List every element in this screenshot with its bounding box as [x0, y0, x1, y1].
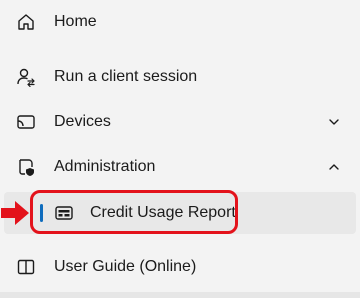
nav-item-label: Devices — [54, 113, 111, 130]
nav-item-label: Administration — [54, 158, 156, 175]
nav-item-home[interactable]: Home — [6, 2, 354, 42]
nav-item-administration[interactable]: Administration — [6, 147, 354, 187]
cast-icon — [16, 112, 36, 132]
nav-item-label: User Guide (Online) — [54, 258, 197, 275]
report-card-icon — [54, 203, 74, 223]
nav-subitem-credit-usage-report[interactable]: Credit Usage Report — [4, 192, 356, 234]
nav-item-run-client-session[interactable]: Run a client session — [6, 57, 354, 97]
home-icon — [16, 12, 36, 32]
selection-indicator — [40, 204, 43, 222]
nav-item-user-guide[interactable]: User Guide (Online) — [6, 247, 354, 287]
nav-subitem-label: Credit Usage Report — [90, 204, 236, 221]
book-icon — [16, 257, 36, 277]
nav-item-label: Home — [54, 13, 97, 30]
chevron-down-icon[interactable] — [326, 114, 342, 130]
user-switch-icon — [16, 67, 36, 87]
chevron-up-icon[interactable] — [326, 159, 342, 175]
pane-bottom-divider — [0, 292, 360, 298]
nav-item-label: Run a client session — [54, 68, 198, 85]
nav-item-devices[interactable]: Devices — [6, 102, 354, 142]
annotation-arrow-icon — [1, 201, 29, 225]
shield-document-icon — [16, 157, 36, 177]
navigation-pane: Home Run a client session Devices Admini… — [0, 0, 360, 298]
